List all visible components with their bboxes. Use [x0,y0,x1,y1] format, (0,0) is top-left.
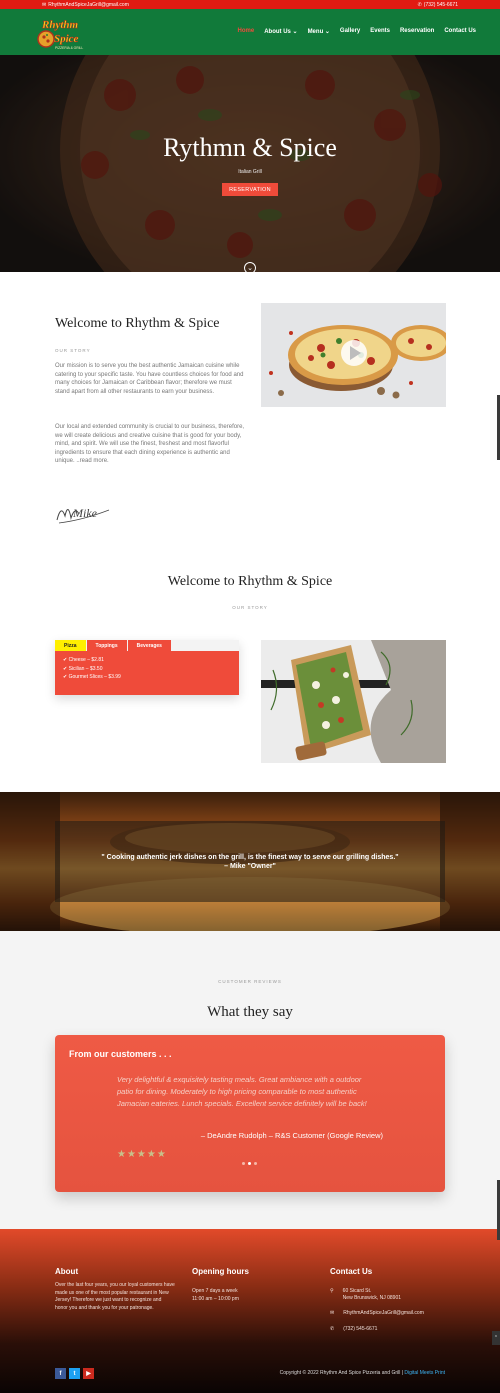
nav-reservation[interactable]: Reservation [400,28,434,35]
top-bar: ✉ RhythmAndSpiceJaGrill@gmail.com ✆ (732… [0,0,500,9]
review-author: – DeAndre Rudolph – R&S Customer (Google… [200,1131,383,1140]
menu-item: ✔ Sicilian – $3.50 [63,665,103,672]
review-card-heading: From our customers . . . [69,1049,172,1059]
quote-text: " Cooking authentic jerk dishes on the g… [101,853,399,861]
footer-address-2: New Brunswick, NJ 08901 [342,1294,402,1301]
footer-email[interactable]: ✉ RhythmAndSpiceJaGrill@gmail.com [330,1310,460,1317]
nav-menu[interactable]: Menu ⌄ [308,28,330,35]
footer-phone-text: (732) 545-6671 [343,1325,378,1332]
review-slider-dots [242,1162,257,1165]
slider-dot-active[interactable] [248,1162,251,1165]
welcome-title: Welcome to Rhythm & Spice [55,316,220,331]
hero-reservation-button[interactable]: RESERVATION [222,183,278,196]
twitter-icon[interactable]: t [69,1368,80,1379]
facebook-icon[interactable]: f [55,1368,66,1379]
nav-contact[interactable]: Contact Us [444,28,476,35]
quote-author: – Mike "Owner" [224,862,276,870]
back-to-top-icon[interactable]: ⌃ [492,1331,500,1345]
top-email[interactable]: ✉ RhythmAndSpiceJaGrill@gmail.com [42,2,129,8]
review-stars: ★★★★★ [117,1149,167,1160]
footer-email-text: RhythmAndSpiceJaGrill@gmail.com [343,1310,424,1316]
mail-icon: ✉ [330,1310,335,1316]
social-links: f t ▶ [55,1368,94,1379]
welcome-kicker: OUR STORY [55,348,91,353]
footer-contact-title: Contact Us [330,1267,373,1276]
scroll-down-icon[interactable]: ⌄ [244,262,256,272]
tab-pizza[interactable]: Pizza [55,640,87,651]
footer-about: About Over the last four years, you our … [55,1267,175,1312]
logo-word-2: Spice [54,33,79,45]
hero-title: Rythmn & Spice [163,133,337,162]
logo-word-1: Rhythm [41,19,79,31]
mail-icon: ✉ [42,1,47,8]
top-phone-text: (732) 545-6671 [423,1,458,8]
footer-address: ⚲ 60 Sicard St. New Brunswick, NJ 08901 [330,1288,460,1301]
footer-hours-line-2: 11:00 am – 10:00 pm [192,1295,239,1302]
site-footer: About Over the last four years, you our … [0,1229,500,1393]
copyright: Copyright © 2022 Rhythm And Spice Pizzer… [280,1370,445,1376]
tab-toppings[interactable]: Toppings [86,640,128,651]
signature-image: Mike [55,496,115,531]
slider-dot[interactable] [254,1162,257,1165]
footer-about-text: Over the last four years, you our loyal … [55,1282,175,1311]
menu-tabs: Pizza Toppings Beverages ✔ Cheese – $2.8… [55,640,239,695]
footer-hours-title: Opening hours [192,1267,249,1276]
footer-hours-line-1: Open 7 days a week [192,1288,238,1294]
review-text: Very delightful & exquisitely tasting me… [117,1075,367,1108]
top-phone[interactable]: ✆ (732) 545-6671 [418,2,458,8]
tab-beverages[interactable]: Beverages [127,640,172,651]
flatbread-pizza-image [261,640,446,763]
top-email-text: RhythmAndSpiceJaGrill@gmail.com [48,1,129,8]
menu-tab-content: ✔ Cheese – $2.81 ✔ Sicilian – $3.50 ✔ Go… [55,651,239,695]
menu-tab-bar: Pizza Toppings Beverages [55,640,239,651]
review-card: From our customers . . . Very delightful… [55,1035,445,1192]
menu-item: ✔ Gourmet Slices – $3.99 [63,674,121,680]
nav-home[interactable]: Home [238,28,255,35]
welcome-title-2: Welcome to Rhythm & Spice [167,574,333,589]
phone-icon: ✆ [417,1,422,8]
reviews-section: CUSTOMER REVIEWS What they say From our … [0,931,500,1229]
youtube-icon[interactable]: ▶ [83,1368,94,1379]
site-logo[interactable]: Rhythm Spice PIZZERIA & GRILL [36,15,88,51]
footer-contact: Contact Us ⚲ 60 Sicard St. New Brunswick… [330,1267,460,1341]
nav-about[interactable]: About Us ⌄ [264,28,297,35]
copyright-link[interactable]: Digital Meets Print [404,1370,445,1376]
footer-hours: Opening hours Open 7 days a week 11:00 a… [192,1267,302,1303]
footer-address-1: 60 Sicard St. [342,1288,372,1294]
site-header: Rhythm Spice PIZZERIA & GRILL Home About… [0,9,500,55]
hero-subtitle: Italian Grill [238,169,262,175]
nav-events[interactable]: Events [370,28,390,35]
pizza-video-thumbnail[interactable] [261,303,446,407]
reviews-title: What they say [207,1004,293,1020]
menu-item: ✔ Cheese – $2.81 [63,657,104,663]
footer-about-title: About [55,1267,79,1276]
quote-box: " Cooking authentic jerk dishes on the g… [55,821,445,902]
copyright-text: Copyright © 2022 Rhythm And Spice Pizzer… [279,1370,405,1376]
slider-dot[interactable] [242,1162,245,1165]
nav-gallery[interactable]: Gallery [340,28,360,35]
hero-section: Rythmn & Spice Italian Grill RESERVATION… [0,55,500,272]
welcome-para-1: Our mission is to serve you the best aut… [55,363,244,395]
welcome-kicker-2: OUR STORY [232,605,268,610]
logo-word-3: PIZZERIA & GRILL [55,46,83,50]
welcome-para-2: Our local and extended community is cruc… [55,424,245,464]
footer-phone[interactable]: ✆ (732) 545-6671 [330,1326,460,1333]
quote-band: " Cooking authentic jerk dishes on the g… [0,792,500,931]
main-nav: Home About Us ⌄ Menu ⌄ Gallery Events Re… [238,28,476,35]
location-pin-icon: ⚲ [330,1288,334,1294]
phone-icon: ✆ [330,1325,335,1332]
reviews-kicker: CUSTOMER REVIEWS [218,979,282,984]
hero-pizza-image [0,55,500,272]
